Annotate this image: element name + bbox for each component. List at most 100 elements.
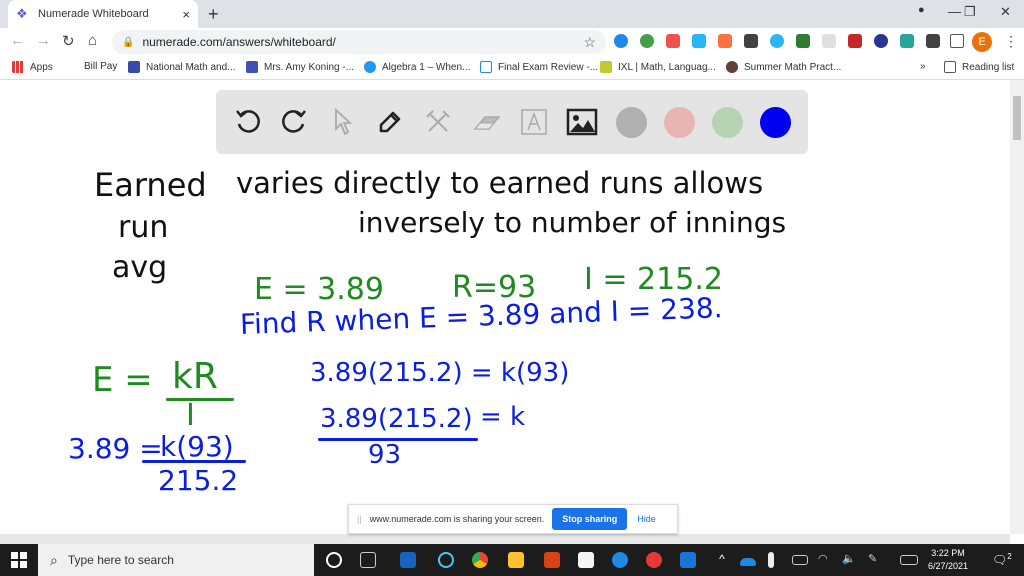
whiteboard-canvas[interactable]: Earned varies directly to earned runs al…	[0, 80, 1024, 544]
volume-icon[interactable]: 🔈	[842, 552, 858, 568]
bookmarks-overflow-button[interactable]: »	[920, 61, 926, 72]
extension-icon[interactable]	[640, 34, 654, 48]
browser-toolbar: ← → ↻ ⌂ 🔒 numerade.com/answers/whiteboar…	[0, 28, 1024, 56]
bookmark-apps[interactable]: Apps	[12, 61, 53, 73]
app-icon[interactable]	[646, 552, 662, 568]
profile-avatar[interactable]: E	[972, 32, 992, 52]
media-control-icon[interactable]: ●	[918, 4, 925, 16]
notifications-icon[interactable]: 🗨2	[992, 552, 1012, 567]
forward-button[interactable]: →	[36, 32, 51, 49]
bookmark-label: Mrs. Amy Koning -...	[264, 61, 355, 73]
screen-share-bar: || www.numerade.com is sharing your scre…	[348, 504, 678, 534]
address-bar[interactable]: 🔒 numerade.com/answers/whiteboard/ ☆	[112, 30, 606, 54]
microphone-icon[interactable]	[768, 552, 774, 568]
menu-icon[interactable]: ⋮	[1004, 33, 1018, 50]
horizontal-scrollbar[interactable]	[0, 534, 1010, 544]
formula-fraction-bar	[166, 398, 234, 401]
drag-handle-icon[interactable]: ||	[357, 514, 362, 524]
bookmark-bill-pay[interactable]: Bill Pay	[84, 61, 117, 72]
bookmark-national-math[interactable]: National Math and...	[128, 61, 236, 73]
wifi-icon[interactable]: ◠	[818, 552, 834, 568]
taskbar-clock[interactable]: 3:22 PM 6/27/2021	[928, 547, 968, 573]
file-explorer-icon[interactable]	[508, 552, 524, 568]
image-icon	[566, 108, 598, 136]
redo-button[interactable]	[278, 106, 310, 138]
outlook-icon[interactable]	[680, 552, 696, 568]
close-window-button[interactable]: ✕	[1000, 4, 1011, 20]
bookmark-final-exam-review[interactable]: Final Exam Review -...	[480, 61, 598, 73]
cortana-icon[interactable]	[326, 552, 342, 568]
tab-numerade-whiteboard[interactable]: ❖ Numerade Whiteboard ×	[8, 0, 198, 28]
battery-icon[interactable]	[792, 555, 808, 565]
bookmark-favicon-icon	[726, 61, 738, 73]
home-button[interactable]: ⌂	[88, 32, 97, 49]
cast-icon[interactable]	[950, 34, 964, 48]
undo-button[interactable]	[232, 106, 264, 138]
ink-line1: varies directly to earned runs allows	[236, 166, 764, 200]
edge-icon[interactable]	[612, 552, 628, 568]
pdf-extension-icon[interactable]	[848, 34, 862, 48]
vertical-scrollbar[interactable]	[1010, 80, 1024, 534]
ink-formula-lhs: E =	[92, 360, 153, 400]
bookmark-algebra-1[interactable]: Algebra 1 – When...	[364, 61, 470, 73]
bookmark-star-icon[interactable]: ☆	[583, 34, 596, 51]
url-text: numerade.com/answers/whiteboard/	[142, 35, 336, 49]
image-tool-button[interactable]	[566, 106, 598, 138]
bookmark-ixl[interactable]: IXL | Math, Languag...	[600, 61, 716, 73]
bookmark-label: Algebra 1 – When...	[382, 61, 471, 73]
wordpress-icon	[364, 61, 376, 73]
color-swatch-blue[interactable]	[760, 107, 791, 138]
keyboard-icon[interactable]	[900, 555, 918, 565]
back-button[interactable]: ←	[10, 32, 25, 49]
extension-icon[interactable]	[822, 34, 836, 48]
minimize-button[interactable]: —	[948, 4, 961, 19]
ink-step1: 3.89(215.2) = k(93)	[310, 358, 570, 388]
bookmark-mrs-amy-koning[interactable]: Mrs. Amy Koning -...	[246, 61, 354, 73]
bookmark-summer-math[interactable]: Summer Math Pract...	[726, 61, 841, 73]
eraser-icon	[473, 116, 501, 130]
extension-icon[interactable]	[666, 34, 680, 48]
extension-icon[interactable]	[718, 34, 732, 48]
extension-icon[interactable]	[874, 34, 888, 48]
color-swatch-gray[interactable]	[616, 107, 647, 138]
select-tool-button[interactable]	[326, 106, 358, 138]
new-tab-button[interactable]: +	[208, 4, 219, 25]
restore-button[interactable]: ❐	[964, 4, 976, 20]
extension-icon[interactable]	[692, 34, 706, 48]
ink-avg: avg	[112, 250, 168, 285]
tab-close-icon[interactable]: ×	[182, 7, 190, 22]
extension-icon[interactable]	[770, 34, 784, 48]
shapes-tool-button[interactable]	[422, 106, 454, 138]
chrome-icon[interactable]	[472, 552, 488, 568]
task-view-icon[interactable]	[360, 552, 376, 568]
puzzle-extensions-icon[interactable]	[926, 34, 940, 48]
windows-logo-icon	[11, 552, 27, 568]
stop-sharing-button[interactable]: Stop sharing	[552, 508, 628, 530]
pen-tool-button[interactable]	[374, 106, 406, 138]
ink-sub-den: 215.2	[158, 464, 239, 497]
app-icon[interactable]	[438, 552, 454, 568]
store-icon[interactable]	[578, 552, 594, 568]
taskbar-search[interactable]: ⌕ Type here to search	[38, 544, 314, 576]
text-tool-button[interactable]	[518, 106, 550, 138]
app-icon[interactable]	[544, 552, 560, 568]
ixl-icon	[600, 61, 612, 73]
eraser-tool-button[interactable]	[470, 106, 502, 138]
scrollbar-thumb[interactable]	[1013, 96, 1021, 140]
pen-tray-icon[interactable]: ✎	[868, 552, 884, 568]
ink-run: run	[118, 210, 169, 245]
onedrive-icon[interactable]	[740, 558, 756, 566]
reading-list-button[interactable]: Reading list	[944, 61, 1014, 73]
bookmark-favicon-icon	[246, 61, 258, 73]
extension-icon[interactable]	[744, 34, 758, 48]
start-button[interactable]	[0, 544, 38, 576]
extension-icon[interactable]	[796, 34, 810, 48]
tray-chevron-icon[interactable]: ^	[714, 552, 730, 568]
extension-icon[interactable]	[900, 34, 914, 48]
hide-button[interactable]: Hide	[637, 514, 656, 524]
extension-icon[interactable]	[614, 34, 628, 48]
color-swatch-green[interactable]	[712, 107, 743, 138]
reload-button[interactable]: ↻	[62, 32, 75, 50]
app-icon[interactable]	[400, 552, 416, 568]
color-swatch-pink[interactable]	[664, 107, 695, 138]
